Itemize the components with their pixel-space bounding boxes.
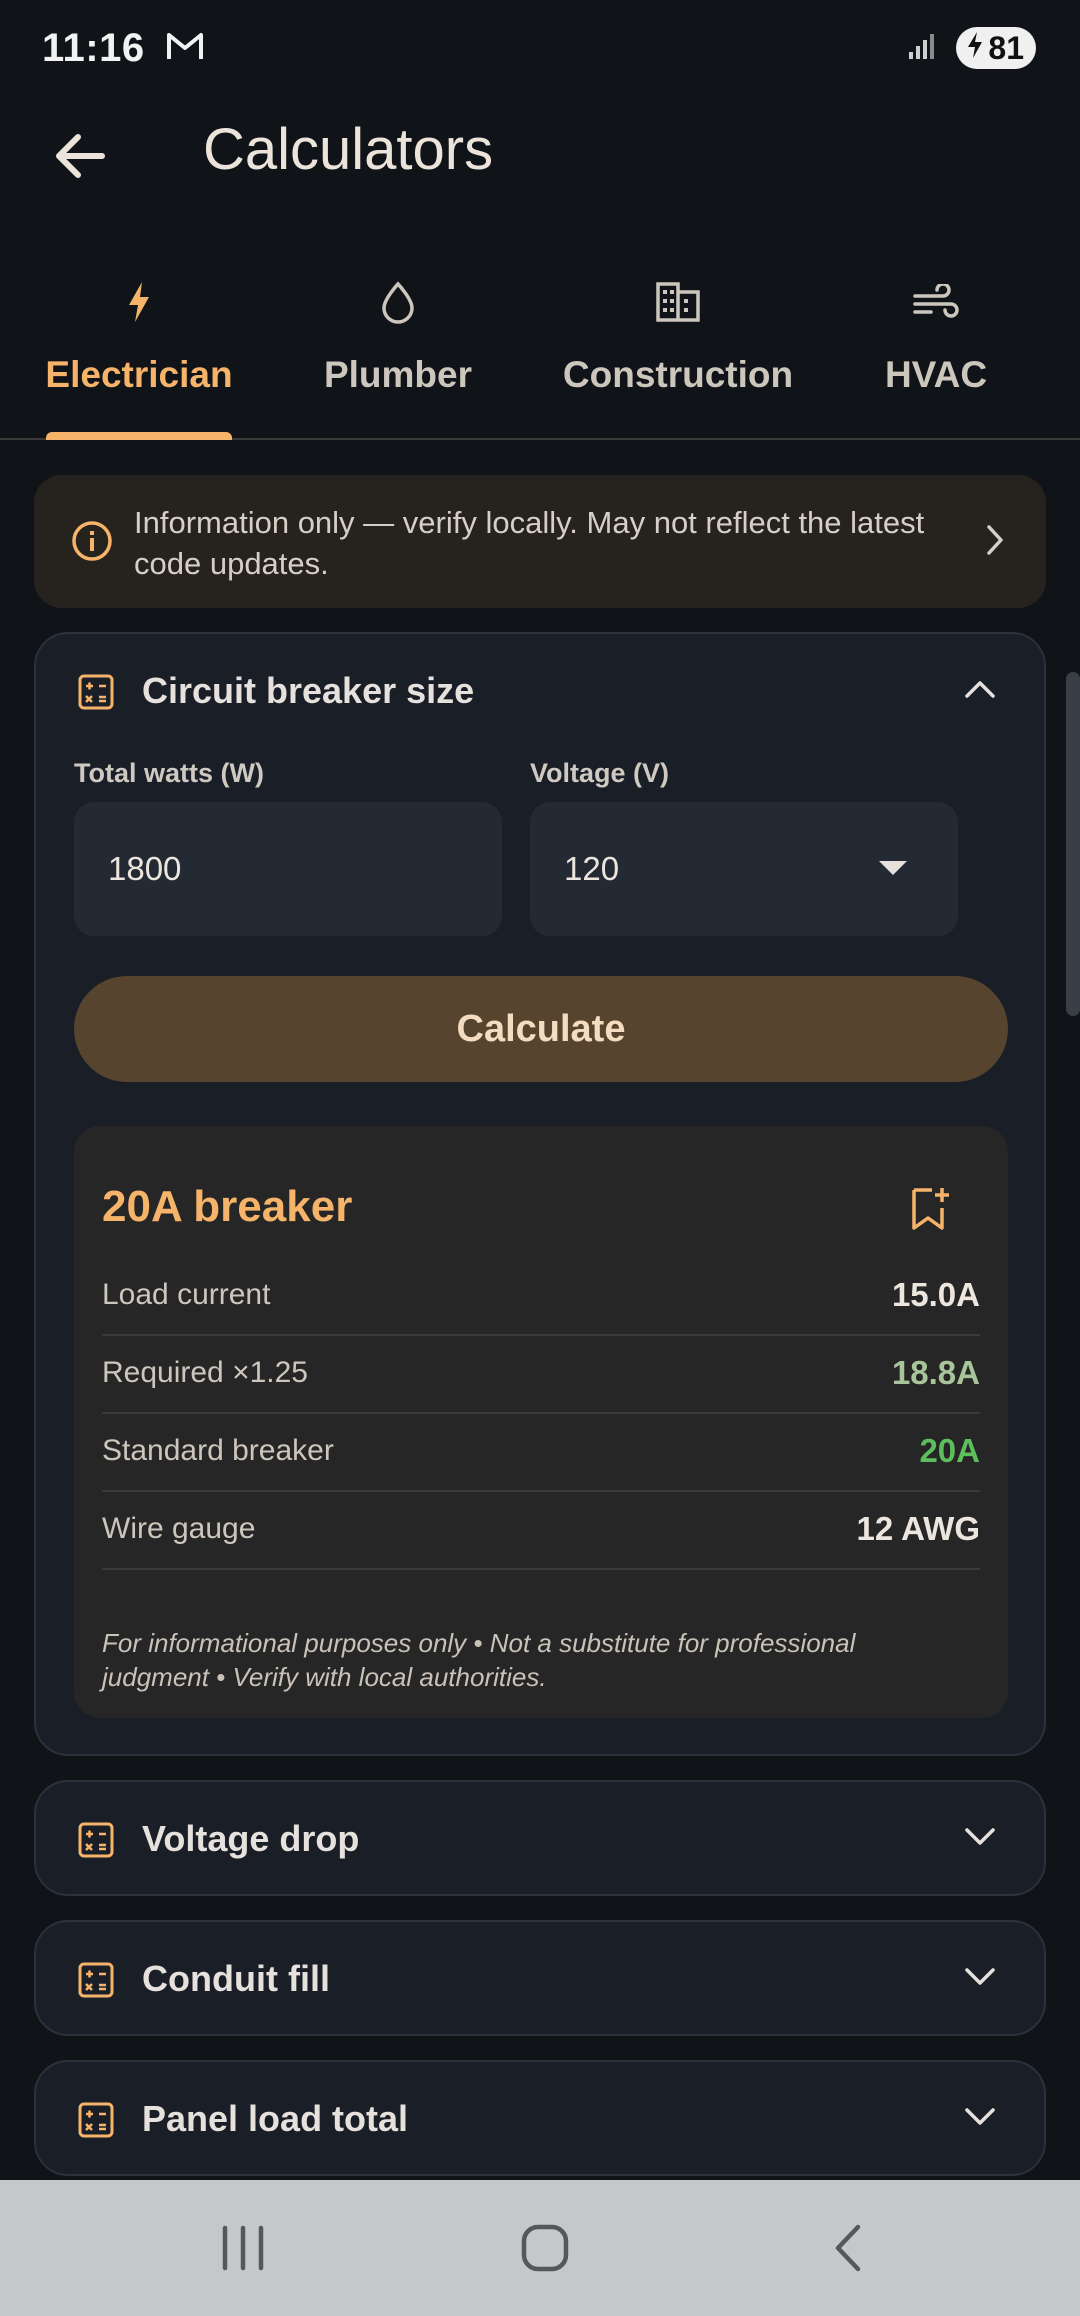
status-bar: 11:16 81	[0, 0, 1080, 96]
tab-label: Plumber	[323, 354, 473, 395]
scrollbar-thumb[interactable]	[1066, 672, 1080, 1016]
info-icon	[70, 519, 114, 568]
conduit-fill-card[interactable]: Conduit fill	[34, 1920, 1046, 2036]
back-nav-button[interactable]	[808, 2220, 888, 2280]
watts-value: 1800	[108, 850, 182, 887]
bolt-icon	[124, 280, 154, 329]
watts-label: Total watts (W)	[74, 758, 264, 788]
back-nav-icon	[828, 2223, 868, 2278]
calculator-icon	[78, 1822, 114, 1863]
calculator-icon	[78, 674, 114, 715]
result-panel: 20A breaker Load current 15.0A Required …	[74, 1126, 1008, 1718]
system-nav-bar	[0, 2180, 1080, 2316]
conduit-fill-header[interactable]: Conduit fill	[36, 1922, 1044, 2038]
tab-label: Construction	[562, 354, 794, 395]
card-title: Conduit fill	[142, 1958, 330, 1999]
chevron-up-icon[interactable]	[964, 678, 996, 705]
voltage-drop-header[interactable]: Voltage drop	[36, 1782, 1044, 1898]
building-icon	[656, 281, 700, 327]
result-label: Wire gauge	[102, 1512, 256, 1545]
home-icon	[520, 2223, 570, 2278]
voltage-label: Voltage (V)	[530, 758, 670, 788]
voltage-select[interactable]: 120	[530, 802, 958, 936]
active-tab-indicator	[46, 432, 232, 440]
info-banner[interactable]: Information only — verify locally. May n…	[34, 475, 1046, 608]
panel-load-total-header[interactable]: Panel load total	[36, 2062, 1044, 2178]
result-label: Required ×1.25	[102, 1356, 308, 1389]
category-tabs: Electrician Plumber Construction HVAC	[0, 268, 1080, 440]
calculator-icon	[78, 1962, 114, 2003]
gmail-icon	[165, 31, 205, 66]
card-title: Voltage drop	[142, 1818, 360, 1859]
calculator-icon	[78, 2102, 114, 2143]
circuit-breaker-card: Circuit breaker size Total watts (W) 180…	[34, 632, 1046, 1756]
chevron-down-icon[interactable]	[964, 2106, 996, 2133]
home-button[interactable]	[505, 2220, 585, 2280]
result-value: 20A	[919, 1432, 980, 1469]
card-title: Circuit breaker size	[142, 670, 475, 711]
result-value: 15.0A	[891, 1276, 980, 1313]
tab-hvac[interactable]: HVAC	[880, 276, 992, 438]
bookmark-add-icon[interactable]	[910, 1186, 950, 1237]
chevron-down-icon[interactable]	[964, 1826, 996, 1853]
voltage-drop-card[interactable]: Voltage drop	[34, 1780, 1046, 1896]
tab-plumber[interactable]: Plumber	[318, 276, 478, 438]
app-bar: Calculators	[0, 96, 1080, 208]
card-title: Panel load total	[142, 2098, 409, 2139]
result-label: Load current	[102, 1278, 271, 1311]
recent-apps-icon	[219, 2225, 267, 2276]
result-value: 18.8A	[891, 1354, 980, 1391]
chevron-right-icon	[984, 523, 1006, 562]
battery-charging-icon	[966, 30, 984, 67]
battery-indicator: 81	[956, 27, 1036, 69]
tab-label: Electrician	[45, 354, 233, 395]
signal-icon	[908, 32, 938, 65]
air-icon	[913, 281, 959, 325]
water-drop-icon	[378, 280, 418, 329]
battery-level: 81	[988, 29, 1024, 66]
tab-construction[interactable]: Construction	[562, 276, 794, 438]
calculate-button[interactable]: Calculate	[74, 976, 1008, 1082]
page-title: Calculators	[203, 117, 494, 182]
result-label: Standard breaker	[102, 1434, 334, 1467]
dropdown-arrow-icon	[878, 860, 908, 881]
result-row-standard-breaker: Standard breaker 20A	[102, 1414, 980, 1492]
panel-load-total-card[interactable]: Panel load total	[34, 2060, 1046, 2176]
result-title: 20A breaker	[102, 1182, 353, 1231]
recent-apps-button[interactable]	[203, 2220, 283, 2280]
status-time: 11:16	[42, 25, 145, 70]
result-row-load-current: Load current 15.0A	[102, 1258, 980, 1336]
disclaimer-note: For informational purposes only • Not a …	[102, 1628, 856, 1692]
watts-input[interactable]: 1800	[74, 802, 502, 936]
result-row-required: Required ×1.25 18.8A	[102, 1336, 980, 1414]
tab-label: HVAC	[884, 354, 988, 395]
voltage-value: 120	[564, 850, 620, 887]
arrow-back-icon	[54, 132, 106, 185]
tab-electrician[interactable]: Electrician	[45, 276, 233, 438]
result-value: 12 AWG	[856, 1510, 980, 1547]
back-button[interactable]	[44, 122, 116, 194]
info-banner-text: Information only — verify locally. May n…	[134, 505, 925, 581]
chevron-down-icon[interactable]	[964, 1966, 996, 1993]
circuit-breaker-header[interactable]: Circuit breaker size	[36, 634, 1044, 750]
result-row-wire-gauge: Wire gauge 12 AWG	[102, 1492, 980, 1570]
